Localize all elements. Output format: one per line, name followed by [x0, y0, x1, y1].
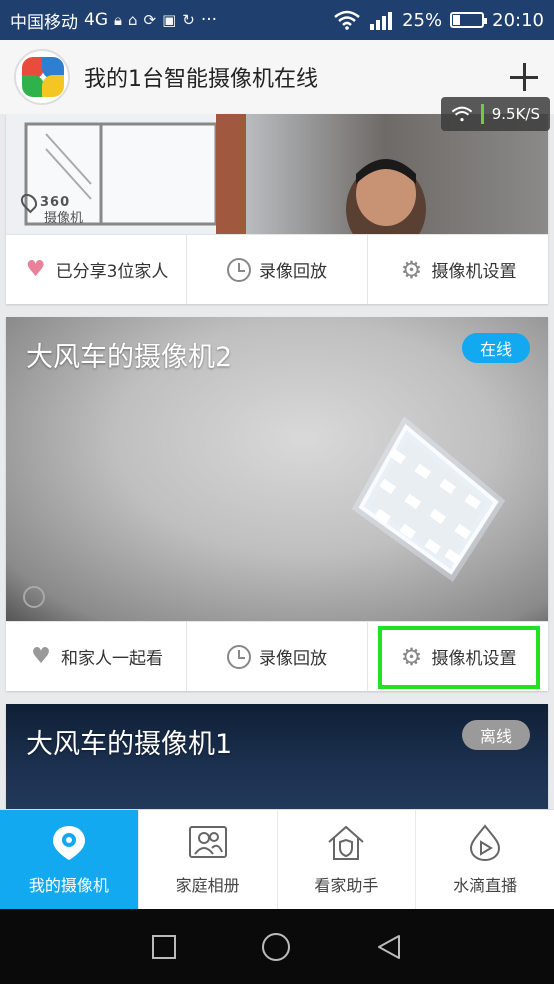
battery-icon: [450, 12, 488, 28]
signal-icon: [370, 12, 393, 30]
add-camera-button[interactable]: [508, 61, 540, 93]
clock-time: 20:10: [492, 9, 544, 31]
card-actions: ♥ 和家人一起看 录像回放 ⚙ 摄像机设置: [6, 621, 548, 691]
clock-icon: [227, 257, 251, 282]
camera-title: 大风车的摄像机2: [26, 342, 233, 373]
action-label: 录像回放: [259, 649, 327, 669]
speed-indicator: [480, 104, 484, 124]
watermark: 360 摄像机: [17, 190, 84, 226]
camera-title: 大风车的摄像机1: [26, 729, 233, 760]
action-label: 摄像机设置: [431, 262, 517, 282]
nav-label: 水滴直播: [453, 875, 518, 895]
clock-icon: [227, 644, 251, 669]
watermark-text: 摄像机: [44, 211, 84, 226]
camera-card: 360 摄像机 ♥ 已分享3位家人 录像回放 ⚙ 摄像机设置: [6, 114, 548, 304]
camera-pin-icon: [52, 825, 85, 860]
network-label: 4G: [84, 10, 108, 30]
heart-icon: ♥: [25, 256, 46, 282]
status-left: 中国移动 4G 🔒︎ ⌂ ⟳ ▣ ↻ ···: [10, 8, 217, 33]
pin-icon: [17, 190, 41, 214]
shared-family-button[interactable]: ♥ 已分享3位家人: [6, 235, 187, 304]
square-icon[interactable]: [151, 934, 177, 960]
camera-card: 大风车的摄像机2 在线 ♥ 和家人一起看 录像回放 ⚙ 摄像机设置: [6, 317, 548, 691]
watermark-logo: 360: [40, 194, 71, 210]
more-notifications-icon: ···: [200, 10, 218, 30]
wifi-icon: [451, 106, 472, 122]
nav-label: 家庭相册: [175, 875, 240, 895]
action-label: 摄像机设置: [431, 649, 517, 669]
nav-family-album[interactable]: 家庭相册: [139, 810, 278, 909]
network-speed-badge: 9.5K/S: [440, 97, 550, 131]
lock-icon: 🔒︎: [114, 11, 122, 29]
camera-settings-button[interactable]: ⚙ 摄像机设置: [368, 622, 548, 691]
action-label: 已分享3位家人: [55, 262, 169, 282]
playback-button[interactable]: 录像回放: [187, 235, 368, 304]
preview-scene: [6, 114, 426, 234]
sync-icon: ⟳: [143, 11, 157, 29]
carrier-label: 中国移动: [10, 12, 78, 33]
page-title: 我的1台智能摄像机在线: [84, 67, 318, 92]
camera-settings-button[interactable]: ⚙ 摄像机设置: [368, 235, 548, 304]
nav-my-cameras[interactable]: 我的摄像机: [0, 810, 139, 909]
people-album-icon: [188, 825, 227, 858]
back-triangle-icon[interactable]: [375, 933, 403, 961]
watch-with-family-button[interactable]: ♥ 和家人一起看: [6, 622, 187, 691]
camera-preview[interactable]: 大风车的摄像机2 在线: [6, 317, 548, 621]
nav-label: 看家助手: [314, 875, 379, 895]
house-shield-icon: [328, 825, 365, 860]
battery-percent: 25%: [402, 9, 443, 31]
system-nav: [0, 909, 554, 984]
camera-preview[interactable]: 360 摄像机: [6, 114, 548, 234]
card-actions: ♥ 已分享3位家人 录像回放 ⚙ 摄像机设置: [6, 234, 548, 304]
status-badge: 离线: [461, 720, 530, 750]
broom-icon: ⌂: [127, 11, 138, 29]
heart-icon: ♥: [31, 643, 51, 669]
wifi-icon: [334, 10, 360, 30]
status-bar: 中国移动 4G 🔒︎ ⌂ ⟳ ▣ ↻ ··· 25% 20:10: [0, 0, 554, 40]
refresh-icon: ↻: [182, 11, 195, 29]
camera-card: 大风车的摄像机1 离线: [6, 704, 548, 809]
circle-icon[interactable]: [260, 931, 292, 963]
action-label: 录像回放: [259, 262, 327, 282]
speed-value: 9.5K/S: [491, 105, 540, 123]
play-drop-icon: [470, 823, 501, 861]
gear-icon: ⚙: [400, 642, 423, 671]
status-right: 25% 20:10: [334, 10, 544, 31]
nav-label: 我的摄像机: [28, 875, 109, 895]
action-label: 和家人一起看: [61, 649, 163, 669]
nav-home-assistant[interactable]: 看家助手: [278, 810, 417, 909]
bottom-nav: 我的摄像机 家庭相册 看家助手 水滴直播: [0, 809, 554, 909]
nav-live-stream[interactable]: 水滴直播: [416, 810, 554, 909]
camera-preview[interactable]: 大风车的摄像机1 离线: [6, 704, 548, 809]
playback-button[interactable]: 录像回放: [187, 622, 368, 691]
image-icon: ▣: [162, 11, 177, 29]
gear-icon: ⚙: [400, 255, 423, 284]
status-badge: 在线: [461, 333, 530, 363]
app-logo: [14, 49, 70, 105]
